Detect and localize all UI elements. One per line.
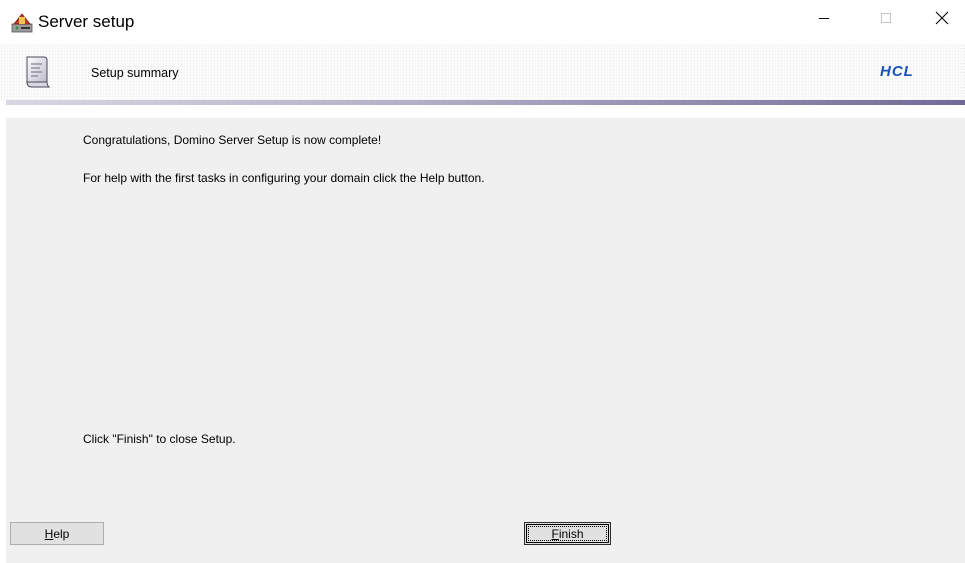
close-icon xyxy=(935,11,949,25)
server-setup-icon[interactable] xyxy=(11,11,33,33)
help-mnemonic: H xyxy=(44,526,54,541)
header-divider xyxy=(6,100,965,105)
maximize-icon xyxy=(881,13,891,23)
close-button[interactable] xyxy=(919,0,965,36)
focus-ring xyxy=(528,526,607,541)
hcl-logo: HCL xyxy=(880,63,914,80)
completion-message: Congratulations, Domino Server Setup is … xyxy=(83,133,382,147)
window-title: Server setup xyxy=(38,12,135,31)
setup-header: Setup summary HCL xyxy=(0,44,965,100)
help-button[interactable]: Help xyxy=(10,522,104,545)
help-instructions: For help with the first tasks in configu… xyxy=(83,171,485,185)
help-label-rest: elp xyxy=(53,526,70,541)
maximize-button[interactable] xyxy=(863,0,909,36)
page-title: Setup summary xyxy=(91,66,179,80)
minimize-icon xyxy=(819,18,829,19)
document-icon xyxy=(22,54,52,90)
finish-button[interactable]: Finish xyxy=(524,522,611,545)
title-bar: Server setup xyxy=(0,0,965,44)
minimize-button[interactable] xyxy=(801,0,847,36)
finish-instructions: Click "Finish" to close Setup. xyxy=(83,432,236,446)
